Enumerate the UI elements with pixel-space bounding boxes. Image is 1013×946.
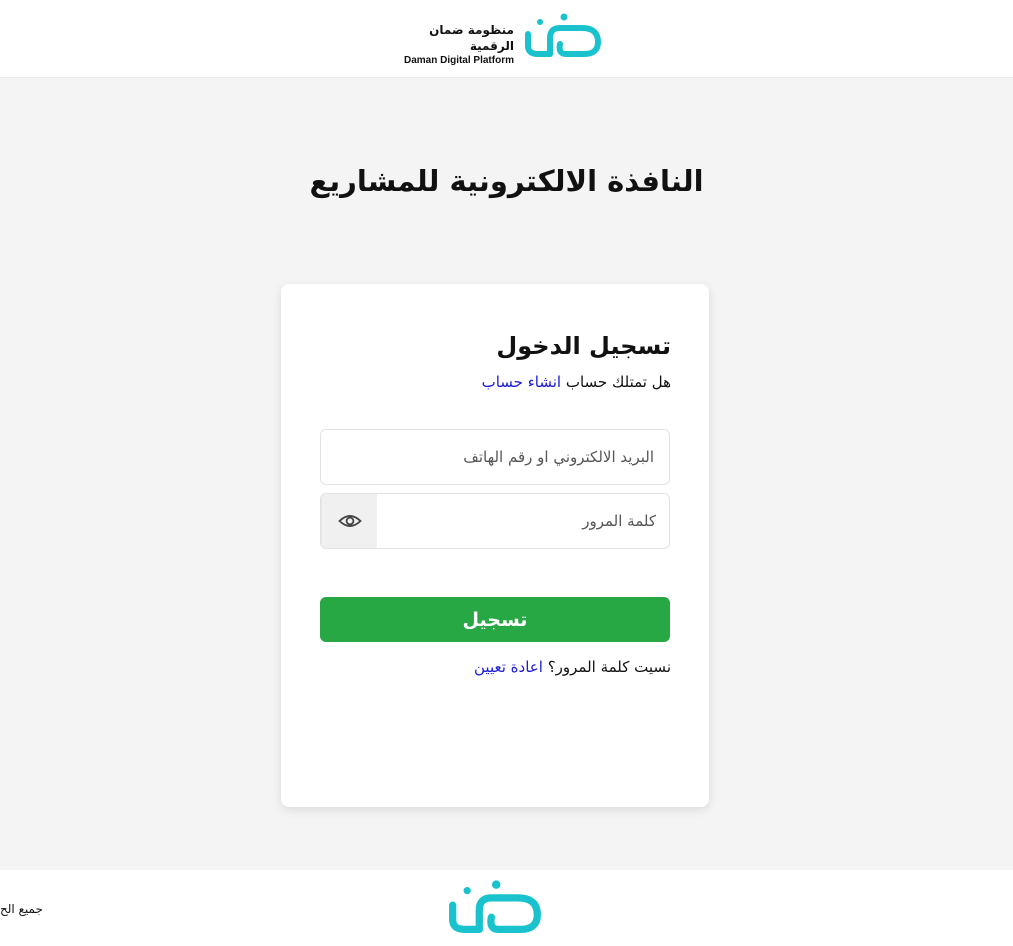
reset-password-link[interactable]: اعادة تعيين: [474, 658, 543, 676]
create-account-link[interactable]: انشاء حساب: [482, 373, 561, 391]
forgot-password-line: نسيت كلمة المرور؟ اعادة تعيين: [474, 658, 671, 676]
eye-icon: [337, 515, 362, 527]
copyright-text: جميع الح: [0, 902, 43, 916]
login-title: تسجيل الدخول: [496, 332, 671, 360]
signup-prompt: هل تمتلك حساب: [565, 373, 671, 391]
password-input[interactable]: [377, 494, 669, 548]
password-field: [320, 493, 670, 549]
login-submit-button[interactable]: تسجيل: [320, 597, 670, 642]
main-area: النافذة الالكترونية للمشاريع تسجيل الدخو…: [0, 78, 1013, 870]
password-visibility-toggle[interactable]: [321, 494, 377, 548]
login-card: تسجيل الدخول هل تمتلك حساب انشاء حساب تس…: [281, 284, 709, 807]
daman-logo-icon: [449, 880, 541, 933]
top-header: منظومة ضمان الرقمية Daman Digital Platfo…: [0, 0, 1013, 78]
email-field: [320, 429, 670, 485]
brand-name-en: Daman Digital Platform: [403, 55, 514, 66]
forgot-prompt: نسيت كلمة المرور؟: [547, 658, 671, 676]
signup-prompt-line: هل تمتلك حساب انشاء حساب: [482, 373, 671, 391]
brand[interactable]: منظومة ضمان الرقمية Daman Digital Platfo…: [386, 12, 608, 66]
email-input[interactable]: [321, 430, 669, 484]
brand-text: منظومة ضمان الرقمية Daman Digital Platfo…: [386, 22, 514, 68]
daman-logo-icon: [525, 13, 601, 57]
brand-name-ar: منظومة ضمان الرقمية: [429, 23, 514, 53]
footer: جميع الح: [0, 870, 1013, 946]
page-title: النافذة الالكترونية للمشاريع: [309, 164, 704, 198]
